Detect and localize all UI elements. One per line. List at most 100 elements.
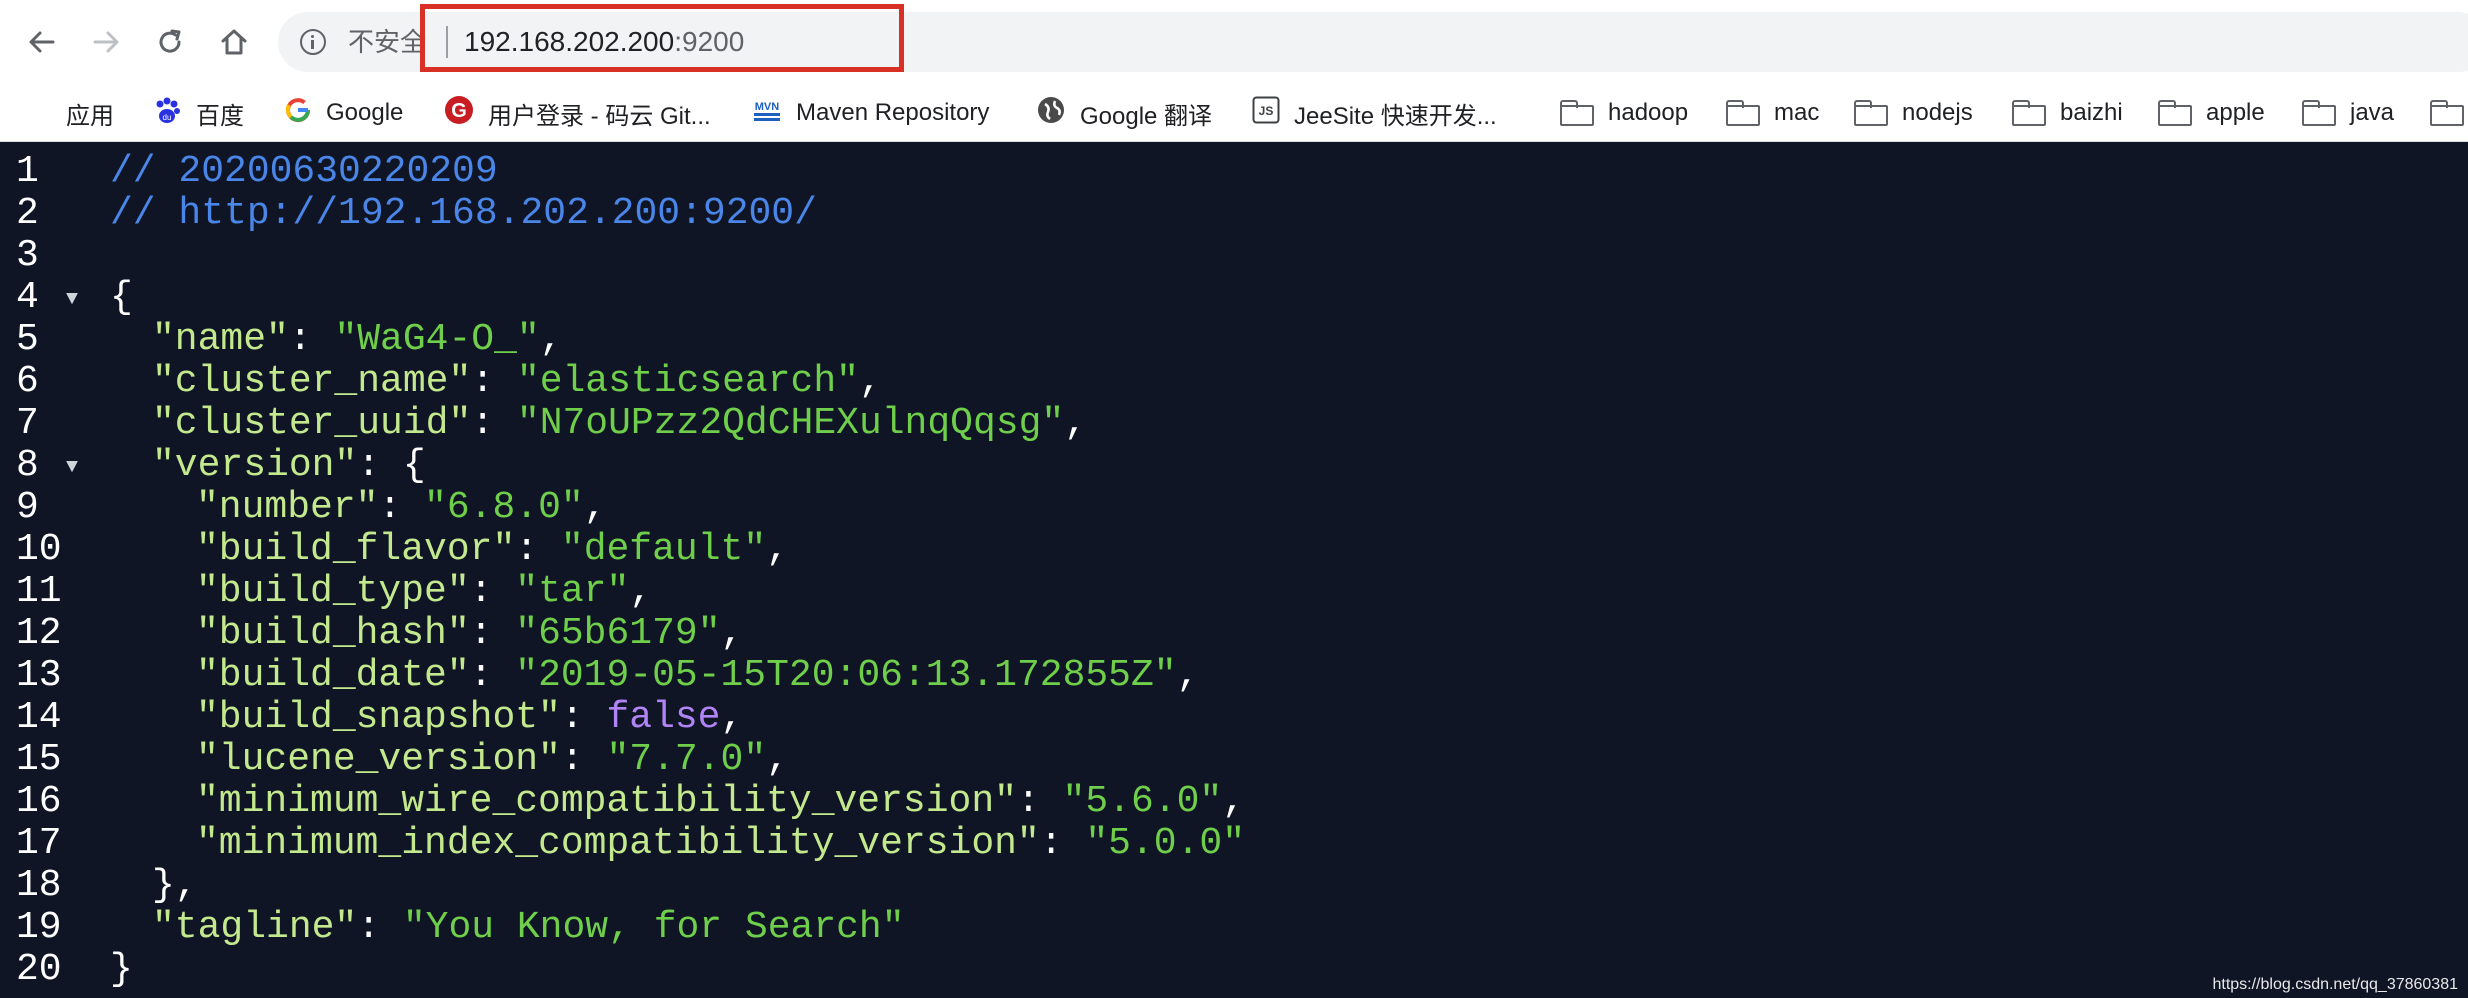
- line-number: 11: [16, 570, 62, 613]
- line-number: 13: [16, 654, 62, 697]
- reload-button[interactable]: [142, 14, 198, 70]
- line-number: 12: [16, 612, 62, 655]
- bookmark-folder-nodejs[interactable]: nodejs: [1854, 84, 1973, 142]
- line-number: 8: [16, 444, 39, 487]
- arrow-right-icon: [93, 31, 119, 53]
- json-line-min-index: "minimum_index_compatibility_version": "…: [196, 822, 1246, 865]
- brace-close-version: },: [152, 864, 198, 907]
- value-number: 6.8.0: [446, 486, 561, 529]
- browser-toolbar: 不安全 192.168.202.200:9200: [0, 0, 2468, 84]
- info-icon[interactable]: [300, 29, 326, 55]
- value-min-index: 5.0.0: [1108, 822, 1223, 865]
- home-icon: [221, 29, 247, 55]
- folder-icon: [1560, 100, 1594, 126]
- bookmark-folder-overflow[interactable]: [2430, 84, 2468, 142]
- folder-icon: [1726, 100, 1760, 126]
- json-line-build-snapshot: "build_snapshot": false,: [196, 696, 744, 739]
- json-line-tagline: "tagline": "You Know, for Search": [152, 906, 905, 949]
- bookmark-label: 应用: [66, 102, 114, 130]
- bookmark-folder-baizhi[interactable]: baizhi: [2012, 84, 2123, 142]
- bookmark-label: Google: [326, 99, 404, 126]
- line-number: 4: [16, 276, 39, 319]
- svg-text:G: G: [451, 100, 467, 122]
- url-text[interactable]: 192.168.202.200:9200: [464, 24, 744, 60]
- bookmark-jeesite[interactable]: JS JeeSite 快速开发...: [1252, 84, 1497, 142]
- arrow-left-icon: [29, 31, 55, 53]
- bookmark-baidu[interactable]: du 百度: [152, 84, 244, 142]
- bookmark-label: baizhi: [2060, 99, 2123, 126]
- bookmark-label: Google 翻译: [1080, 102, 1213, 130]
- bookmark-google-translate[interactable]: Google 翻译: [1036, 84, 1212, 142]
- line-number: 3: [16, 234, 39, 277]
- globe-icon: [1036, 95, 1066, 132]
- bookmark-folder-apple[interactable]: apple: [2158, 84, 2265, 142]
- apps-grid-icon: [28, 101, 52, 125]
- json-line-cluster-uuid: "cluster_uuid": "N7oUPzz2QdCHEXulnqQqsg"…: [152, 402, 1087, 445]
- folder-icon: [2158, 100, 2192, 126]
- bookmark-label: 用户登录 - 码云 Git...: [488, 102, 711, 130]
- bookmark-label: 百度: [196, 102, 244, 130]
- gitee-icon: G: [444, 95, 474, 132]
- json-line-number: "number": "6.8.0",: [196, 486, 607, 529]
- line-number: 20: [16, 948, 62, 991]
- json-line-cluster-name: "cluster_name": "elasticsearch",: [152, 360, 882, 403]
- json-line-min-wire: "minimum_wire_compatibility_version": "5…: [196, 780, 1246, 823]
- forward-button[interactable]: [78, 14, 134, 70]
- line-number: 17: [16, 822, 62, 865]
- bookmark-gitee[interactable]: G 用户登录 - 码云 Git...: [444, 84, 711, 142]
- json-line-build-date: "build_date": "2019-05-15T20:06:13.17285…: [196, 654, 1200, 697]
- home-button[interactable]: [206, 14, 262, 70]
- bookmark-folder-java[interactable]: java: [2302, 84, 2394, 142]
- line-number: 19: [16, 906, 62, 949]
- json-line-name: "name": "WaG4-O_",: [152, 318, 563, 361]
- comment-timestamp: // 20200630220209: [110, 150, 498, 193]
- value-name: WaG4-O_: [357, 318, 517, 361]
- bookmark-maven[interactable]: MVN Maven Repository: [752, 84, 989, 142]
- value-cluster-uuid: N7oUPzz2QdCHEXulnqQqsg: [539, 402, 1042, 445]
- line-number: 10: [16, 528, 62, 571]
- folder-icon: [2302, 100, 2336, 126]
- svg-text:MVN: MVN: [755, 101, 780, 113]
- bookmarks-bar: 应用 du 百度 Google G 用户登录 - 码云 Git... MVN M…: [0, 84, 2468, 142]
- svg-text:du: du: [163, 113, 172, 122]
- bookmark-label: nodejs: [1902, 99, 1973, 126]
- line-number: 5: [16, 318, 39, 361]
- bookmark-label: hadoop: [1608, 99, 1689, 126]
- fold-toggle-icon[interactable]: ▼: [66, 288, 78, 311]
- bookmark-label: Maven Repository: [796, 99, 990, 126]
- bookmark-google[interactable]: Google: [284, 84, 403, 142]
- value-build-date: 2019-05-15T20:06:13.172855Z: [538, 654, 1154, 697]
- line-number: 15: [16, 738, 62, 781]
- address-bar[interactable]: 不安全 192.168.202.200:9200: [278, 12, 2468, 72]
- js-icon: JS: [1252, 96, 1280, 131]
- url-host: 192.168.202.200: [464, 26, 675, 57]
- bookmark-label: apple: [2206, 99, 2265, 126]
- bookmark-label: JeeSite 快速开发...: [1294, 102, 1497, 130]
- brace-open: {: [110, 276, 133, 319]
- line-number: 18: [16, 864, 62, 907]
- comment-url: // http://192.168.202.200:9200/: [110, 192, 817, 235]
- line-number: 2: [16, 192, 39, 235]
- json-line-build-flavor: "build_flavor": "default",: [196, 528, 789, 571]
- mvn-icon: MVN: [752, 96, 782, 130]
- bookmark-label: mac: [1774, 99, 1820, 126]
- value-tagline: You Know, for Search: [425, 906, 882, 949]
- reload-icon: [159, 29, 181, 53]
- baidu-paw-icon: du: [152, 95, 182, 132]
- json-line-build-type: "build_type": "tar",: [196, 570, 653, 613]
- value-min-wire: 5.6.0: [1085, 780, 1200, 823]
- value-build-type: tar: [538, 570, 607, 613]
- url-port: :9200: [674, 26, 745, 57]
- back-button[interactable]: [14, 14, 70, 70]
- bookmark-folder-mac[interactable]: mac: [1726, 84, 1819, 142]
- fold-toggle-icon[interactable]: ▼: [66, 456, 78, 479]
- security-label: 不安全: [348, 27, 427, 57]
- bookmark-folder-hadoop[interactable]: hadoop: [1560, 84, 1688, 142]
- bookmark-label: java: [2350, 99, 2395, 126]
- brace-close: }: [110, 948, 133, 991]
- line-number: 1: [16, 150, 39, 193]
- line-number: 16: [16, 780, 62, 823]
- bookmark-apps[interactable]: 应用: [28, 84, 114, 142]
- value-cluster-name: elasticsearch: [539, 360, 837, 403]
- watermark: https://blog.csdn.net/qq_37860381: [2212, 976, 2458, 993]
